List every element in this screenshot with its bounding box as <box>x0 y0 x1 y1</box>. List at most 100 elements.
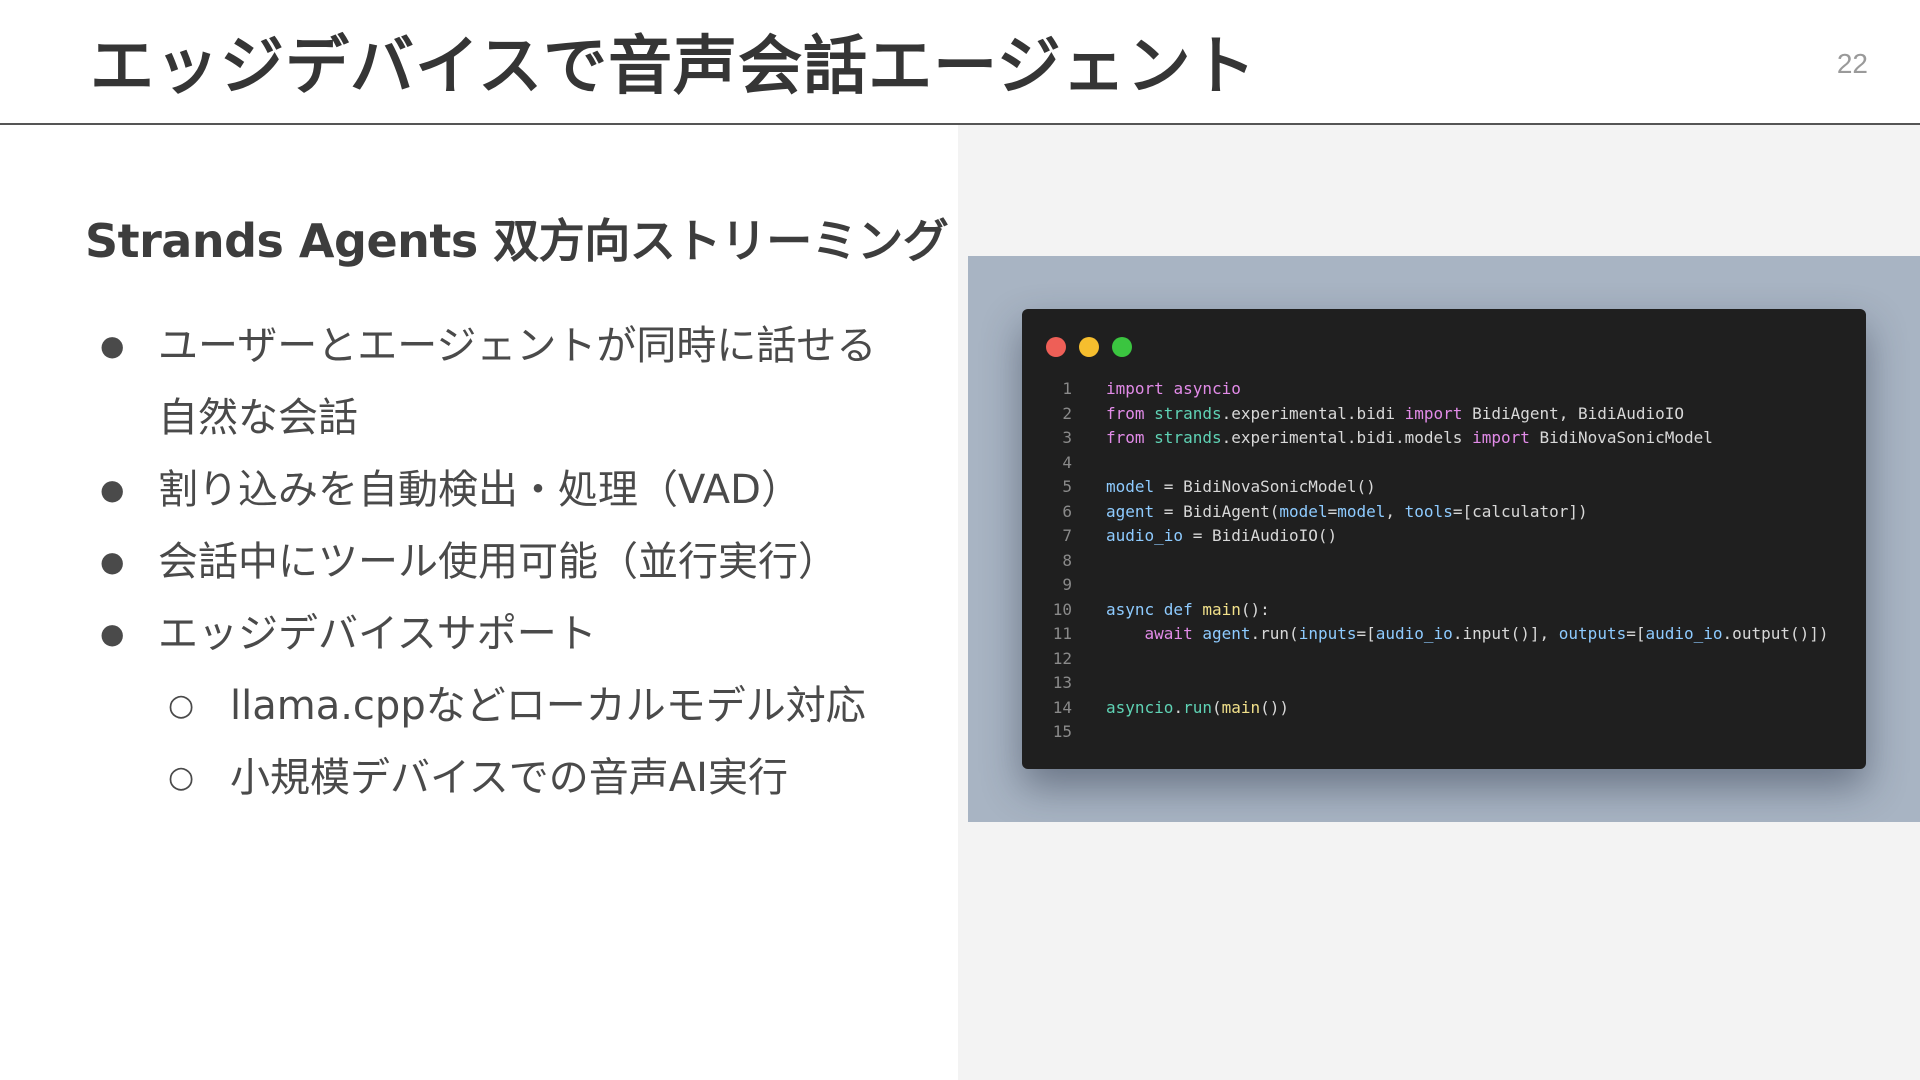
line-number: 3 <box>1062 428 1072 447</box>
code-token: asyncio <box>1173 379 1241 398</box>
line-number: 13 <box>1052 673 1072 692</box>
code-token: BidiNovaSonicModel <box>1529 428 1713 447</box>
code-token: .experimental.bidi.models <box>1221 428 1473 447</box>
line-number: 4 <box>1062 452 1072 472</box>
code-token: ()) <box>1260 697 1290 717</box>
line-number: 5 <box>1062 477 1072 496</box>
code-line: 10 async def main(): <box>1046 598 1829 623</box>
code-token: asyncio <box>1106 697 1174 717</box>
page-number: 22 <box>1836 48 1868 79</box>
bullet-item: 自然な会話 <box>90 382 950 454</box>
code-token: import <box>1472 428 1530 447</box>
line-number: 2 <box>1062 403 1072 423</box>
code-token: =[ <box>1356 624 1376 643</box>
code-token: .output()]) <box>1722 624 1829 643</box>
bullet-text: 会話中にツール使用可能（並行実行） <box>158 539 838 585</box>
bullet-list: ● ユーザーとエージェントが同時に話せる 自然な会話 ● 割り込みを自動検出・処理（VA… <box>90 310 950 814</box>
bullet-text: 自然な会話 <box>158 395 358 441</box>
code-line: 11 await agent.run(inputs=[audio_io.inpu… <box>1046 622 1829 647</box>
close-dot-icon <box>1046 337 1066 357</box>
code-token: = BidiNovaSonicModel() <box>1154 477 1376 496</box>
code-token: = BidiAgent( <box>1154 501 1280 521</box>
code-token: .input()], <box>1452 624 1559 643</box>
code-screenshot: 1 import asyncio 2 from strands.experimenta… <box>968 256 1920 822</box>
code-token: audio_io <box>1375 624 1453 643</box>
bullet-dot-icon: ● <box>100 617 125 650</box>
bullet-item: ● 会話中にツール使用可能（並行実行） <box>90 526 950 598</box>
code-line: 8 <box>1046 549 1829 574</box>
code-token: strands <box>1154 428 1222 447</box>
code-token: run <box>1183 697 1212 717</box>
code-line: 14 asyncio.run(main()) <box>1046 696 1829 721</box>
code-token: .run( <box>1250 624 1299 643</box>
line-number: 9 <box>1062 575 1072 594</box>
code-token: agent <box>1106 501 1155 521</box>
maximize-dot-icon <box>1112 337 1132 357</box>
code-token: from <box>1106 428 1145 447</box>
bullet-item: ● 割り込みを自動検出・処理（VAD） <box>90 454 950 526</box>
line-number: 14 <box>1052 697 1072 717</box>
code-token: from <box>1106 403 1145 423</box>
code-token: model <box>1279 501 1328 521</box>
line-number: 15 <box>1052 722 1072 741</box>
code-line: 4 <box>1046 451 1829 476</box>
code-line: 2 from strands.experimental.bidi import B… <box>1046 402 1829 427</box>
bullet-text: llama.cppなどローカルモデル対応 <box>230 683 866 729</box>
minimize-dot-icon <box>1079 337 1099 357</box>
code-line: 15 <box>1046 720 1829 745</box>
code-token: .experimental.bidi <box>1221 403 1405 423</box>
code-token: (): <box>1240 599 1270 619</box>
code-line: 13 <box>1046 671 1829 696</box>
code-token: strands <box>1154 403 1222 423</box>
code-token: model <box>1106 477 1155 496</box>
bullet-text: エッジデバイスサポート <box>158 611 597 657</box>
code-token: main <box>1221 697 1261 717</box>
code-line: 7 audio_io = BidiAudioIO() <box>1046 524 1829 549</box>
code-token: agent <box>1202 624 1251 643</box>
code-token: , <box>1385 501 1405 521</box>
slide-title: エッジデバイスで音声会話エージェント <box>90 30 1257 104</box>
code-line: 6 agent = BidiAgent(model=model, tools=[c… <box>1046 500 1829 525</box>
code-token: audio_io <box>1645 624 1723 643</box>
code-token: BidiAgent, BidiAudioIO <box>1462 403 1684 423</box>
line-number: 6 <box>1062 501 1072 521</box>
code-block: 1 import asyncio 2 from strands.experimenta… <box>1046 377 1829 745</box>
code-token: await <box>1144 624 1193 643</box>
hollow-bullet-icon: ○ <box>168 760 195 795</box>
code-token: model <box>1337 501 1386 521</box>
code-token: audio_io <box>1106 526 1184 545</box>
code-token: =[calculator]) <box>1452 501 1588 521</box>
code-line: 9 <box>1046 573 1829 598</box>
line-number: 7 <box>1062 526 1072 545</box>
bullet-text: 小規模デバイスでの音声AI実行 <box>230 755 788 801</box>
code-line: 5 model = BidiNovaSonicModel() <box>1046 475 1829 500</box>
code-token: = BidiAudioIO() <box>1183 526 1338 545</box>
line-number: 10 <box>1052 599 1072 619</box>
sub-bullet-item: ○ llama.cppなどローカルモデル対応 <box>90 670 950 742</box>
line-number: 8 <box>1062 550 1072 570</box>
line-number: 11 <box>1052 624 1072 643</box>
code-token: inputs <box>1298 624 1357 643</box>
code-token: import <box>1404 403 1463 423</box>
code-token: import <box>1106 379 1164 398</box>
code-token: async def <box>1106 599 1193 619</box>
code-token: ( <box>1211 697 1222 717</box>
code-token: . <box>1173 697 1184 717</box>
bullet-item: ● ユーザーとエージェントが同時に話せる <box>90 310 950 382</box>
code-token: =[ <box>1626 624 1646 643</box>
bullet-text: ユーザーとエージェントが同時に話せる <box>158 323 877 369</box>
hollow-bullet-icon: ○ <box>168 688 195 723</box>
bullet-text: 割り込みを自動検出・処理（VAD） <box>158 467 801 513</box>
bullet-dot-icon: ● <box>100 473 125 506</box>
code-editor-window: 1 import asyncio 2 from strands.experimenta… <box>1022 309 1866 769</box>
bullet-dot-icon: ● <box>100 545 125 578</box>
window-controls <box>1046 337 1145 357</box>
code-line: 12 <box>1046 647 1829 672</box>
bullet-item: ● エッジデバイスサポート <box>90 598 950 670</box>
code-token: tools <box>1404 501 1453 521</box>
